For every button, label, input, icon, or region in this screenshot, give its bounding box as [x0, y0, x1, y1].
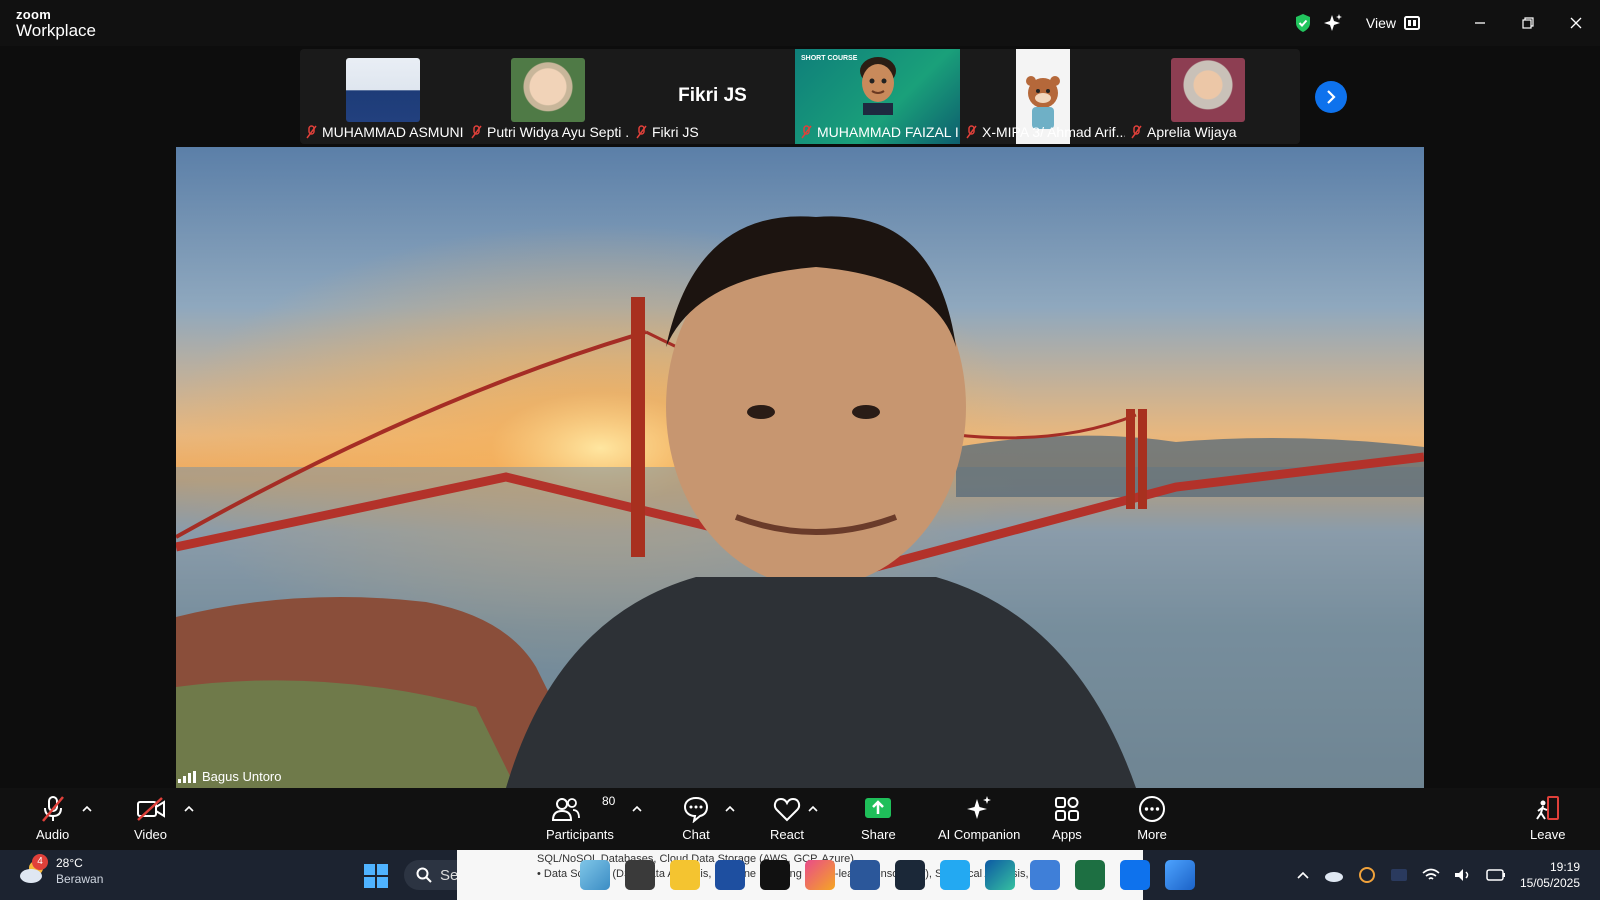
share-screen-icon [865, 798, 892, 818]
brand-bottom: Workplace [16, 21, 96, 40]
next-page-button[interactable] [1315, 81, 1347, 113]
muted-mic-icon [801, 125, 812, 139]
react-button[interactable]: React [770, 794, 804, 842]
title-bar: zoom Workplace View [0, 0, 1600, 46]
chat-options-chevron-icon[interactable] [725, 804, 735, 814]
participant-big-name: Fikri JS [678, 85, 747, 106]
view-button[interactable]: View [1366, 15, 1420, 31]
memoji-avatar-icon [860, 57, 896, 115]
participant-name: MUHAMMAD ASMUNI [322, 124, 464, 140]
participant-name: X-MIPA 3/ Ahmad Arif... [982, 124, 1125, 140]
participant-name: MUHAMMAD FAIZAL I... [817, 124, 960, 140]
audio-label: Audio [36, 827, 70, 842]
clock-time: 19:19 [1549, 859, 1580, 874]
video-label: Video [134, 827, 168, 842]
leave-door-icon [1535, 796, 1559, 820]
participant-name: Fikri JS [652, 124, 699, 140]
muted-microphone-icon [41, 796, 64, 822]
zoom-app-window: zoom Workplace View MUHAMMAD ASMUNI Putr… [0, 0, 1600, 850]
ai-sparkle-icon[interactable] [1323, 14, 1342, 32]
participant-tile[interactable]: Putri Widya Ayu Septi ... [465, 49, 630, 144]
share-label: Share [861, 827, 896, 842]
more-button[interactable]: More [1137, 794, 1167, 842]
restore-button[interactable] [1504, 0, 1552, 46]
restore-icon [1522, 17, 1534, 29]
video-button[interactable]: Video [134, 794, 167, 842]
chat-bubble-icon [683, 796, 709, 823]
speaker-name: Bagus Untoro [202, 769, 282, 784]
short-course-banner: SHORT COURSE [801, 55, 858, 62]
active-speaker-video [176, 147, 1424, 788]
leave-label: Leave [1530, 827, 1566, 842]
participants-count: 80 [601, 794, 616, 808]
speaker-name-label: Bagus Untoro [178, 769, 282, 784]
chat-button[interactable]: Chat [681, 794, 711, 842]
encryption-shield-icon[interactable] [1294, 13, 1312, 33]
react-label: React [770, 827, 804, 842]
minimize-button[interactable] [1456, 0, 1504, 46]
heart-icon [773, 797, 801, 822]
system-tray-layer: 19:19 15/05/2025 [0, 850, 1600, 900]
participants-options-chevron-icon[interactable] [632, 804, 642, 814]
react-options-chevron-icon[interactable] [808, 804, 818, 814]
muted-mic-icon [471, 125, 482, 139]
brand-top: zoom [16, 7, 52, 22]
ai-companion-sparkle-icon [967, 796, 992, 819]
participant-strip: MUHAMMAD ASMUNI Putri Widya Ayu Septi ..… [300, 49, 1300, 144]
apps-button[interactable]: Apps [1052, 794, 1082, 842]
participants-icon [551, 798, 580, 821]
clock-date: 15/05/2025 [1519, 876, 1580, 890]
view-label: View [1365, 15, 1396, 31]
participant-photo [1170, 58, 1245, 122]
clock[interactable]: 19:19 15/05/2025 [1520, 859, 1580, 891]
close-button[interactable] [1552, 0, 1600, 46]
participants-label: Participants [546, 827, 614, 842]
signal-strength-icon [178, 770, 196, 783]
onedrive-cloud-icon[interactable] [1324, 868, 1344, 882]
apps-icon [1055, 797, 1079, 821]
more-label: More [1137, 827, 1167, 842]
zoom-logo: zoom Workplace [16, 8, 96, 39]
participants-button[interactable]: 80 Participants [546, 794, 616, 842]
more-options-icon [1139, 796, 1165, 822]
system-tray: 19:19 15/05/2025 [1296, 850, 1600, 900]
ai-companion-label: AI Companion [938, 827, 1021, 842]
language-icon[interactable] [1390, 868, 1408, 882]
ai-companion-button[interactable]: AI Companion [938, 794, 1020, 842]
participant-photo [345, 58, 420, 122]
meeting-toolbar: Audio Video 80 Participants Chat React S… [0, 788, 1600, 850]
volume-icon[interactable] [1454, 868, 1472, 882]
chevron-up-icon[interactable] [1296, 870, 1310, 880]
participant-tile[interactable]: X-MIPA 3/ Ahmad Arif... [960, 49, 1125, 144]
participant-photo [510, 58, 585, 122]
wifi-icon[interactable] [1422, 868, 1440, 882]
grid-view-icon [1404, 16, 1420, 30]
video-off-icon [136, 797, 165, 821]
sync-icon[interactable] [1358, 866, 1376, 884]
participant-name: Putri Widya Ayu Septi ... [487, 124, 630, 140]
muted-mic-icon [1131, 125, 1142, 139]
leave-button[interactable]: Leave [1530, 794, 1565, 842]
participant-tile[interactable]: Fikri JS Fikri JS [630, 49, 795, 144]
audio-options-chevron-icon[interactable] [82, 804, 92, 814]
chat-label: Chat [682, 827, 710, 842]
share-screen-button[interactable]: Share [861, 794, 896, 842]
apps-label: Apps [1052, 827, 1082, 842]
battery-icon[interactable] [1486, 869, 1506, 881]
video-scene [176, 147, 1424, 788]
cartoon-bear-icon [1025, 76, 1060, 129]
minimize-icon [1475, 22, 1485, 24]
audio-button[interactable]: Audio [36, 794, 69, 842]
muted-mic-icon [306, 125, 317, 139]
muted-mic-icon [636, 125, 647, 139]
close-icon [1570, 17, 1582, 29]
participant-tile[interactable]: SHORT COURSE MUHAMMAD FAIZAL I... [795, 49, 960, 144]
participant-tile[interactable]: Aprelia Wijaya [1125, 49, 1290, 144]
participant-tile[interactable]: MUHAMMAD ASMUNI [300, 49, 465, 144]
muted-mic-icon [966, 125, 977, 139]
video-options-chevron-icon[interactable] [184, 804, 194, 814]
participant-name: Aprelia Wijaya [1147, 124, 1237, 140]
chevron-right-icon [1327, 90, 1336, 104]
